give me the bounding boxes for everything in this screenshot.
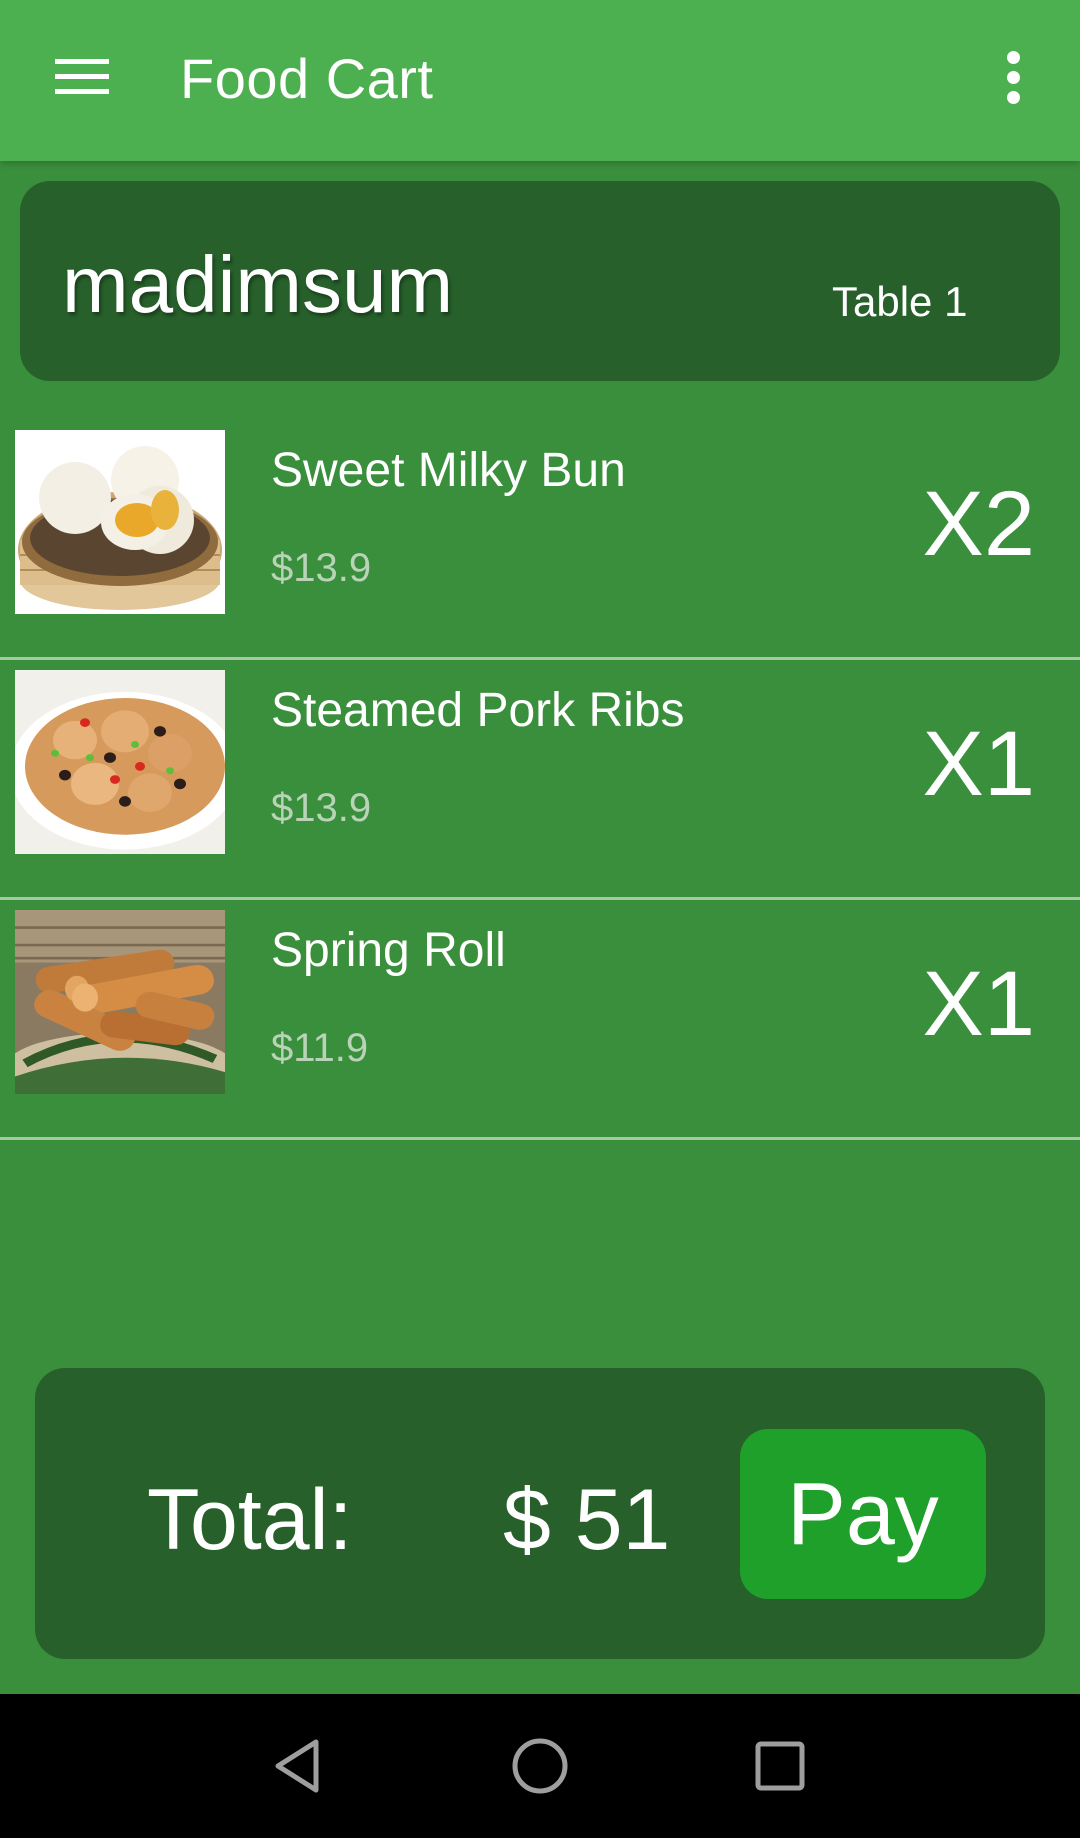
back-triangle-icon[interactable] xyxy=(230,1694,370,1838)
item-price: $11.9 xyxy=(271,1026,369,1070)
more-vert-icon[interactable] xyxy=(996,48,1032,108)
total-value: $ 51 xyxy=(503,1472,671,1568)
item-name: Steamed Pork Ribs xyxy=(271,684,685,737)
item-price: $13.9 xyxy=(271,786,372,830)
item-name: Sweet Milky Bun xyxy=(271,444,626,497)
item-price: $13.9 xyxy=(271,546,372,590)
restaurant-card: madimsum Table 1 xyxy=(20,181,1060,381)
restaurant-name: madimsum xyxy=(62,240,454,329)
cart-item[interactable]: Sweet Milky Bun $13.9 X2 xyxy=(0,420,1080,660)
item-quantity[interactable]: X1 xyxy=(922,952,1035,1057)
total-panel: Total: $ 51 Pay xyxy=(35,1368,1045,1659)
home-circle-icon[interactable] xyxy=(470,1694,610,1838)
recent-apps-square-icon[interactable] xyxy=(710,1694,850,1838)
hamburger-menu-icon[interactable] xyxy=(52,55,112,99)
item-name: Spring Roll xyxy=(271,924,506,977)
food-cart-screen: Food Cart madimsum Table 1 Sweet Milky B… xyxy=(0,0,1080,1838)
app-bar: Food Cart xyxy=(0,0,1080,161)
table-label: Table 1 xyxy=(832,278,968,325)
steamed-bun-image xyxy=(15,430,225,614)
pay-button[interactable]: Pay xyxy=(740,1429,986,1599)
app-title: Food Cart xyxy=(180,47,434,110)
pork-ribs-image xyxy=(15,670,225,854)
cart-item[interactable]: Steamed Pork Ribs $13.9 X1 xyxy=(0,660,1080,900)
cart-item[interactable]: Spring Roll $11.9 X1 xyxy=(0,900,1080,1140)
cart-list: Sweet Milky Bun $13.9 X2 Steamed Pork Ri… xyxy=(0,420,1080,1140)
total-label: Total: xyxy=(147,1472,353,1568)
spring-roll-image xyxy=(15,910,225,1094)
item-quantity[interactable]: X2 xyxy=(922,472,1035,577)
item-quantity[interactable]: X1 xyxy=(922,712,1035,817)
navigation-bar xyxy=(0,1694,1080,1838)
